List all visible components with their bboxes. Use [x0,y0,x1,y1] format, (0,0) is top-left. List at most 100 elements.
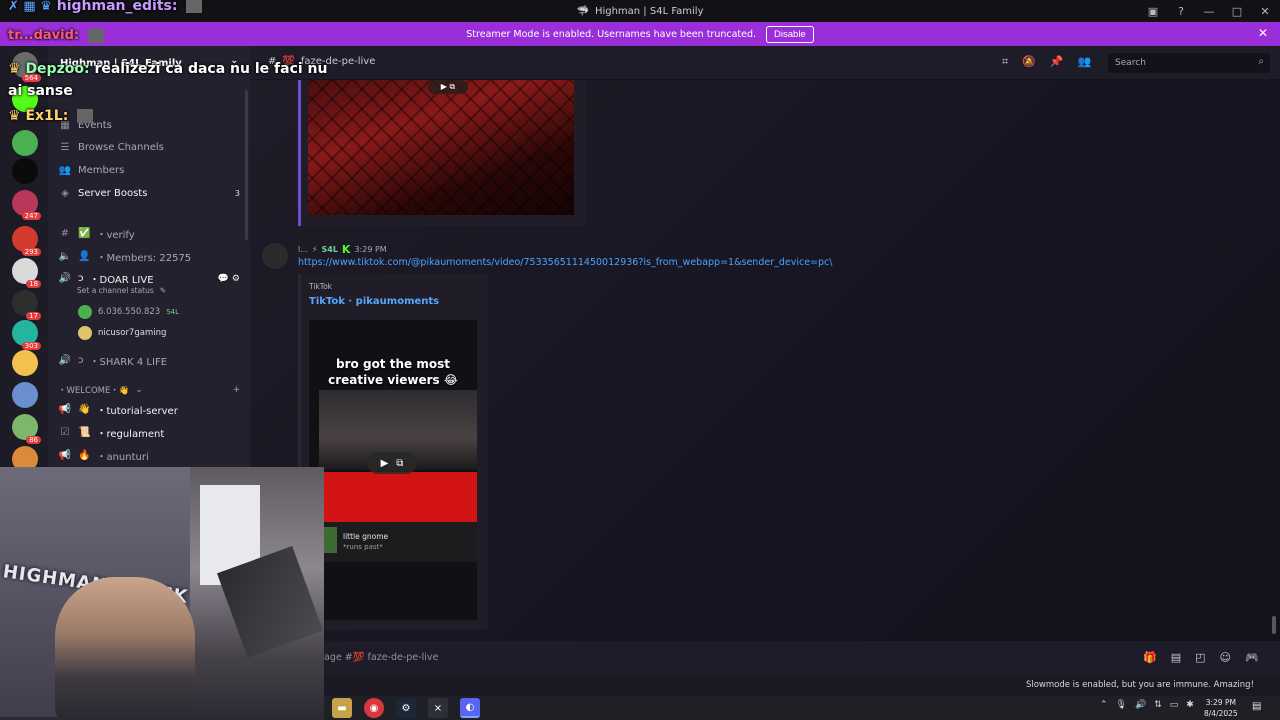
terminal-icon[interactable]: ⨯ [428,698,448,718]
system-tray: ⌃ 🎙 🔊 ⇅ ▭ ✱ [1100,700,1194,710]
sticker-icon[interactable]: ◰ [1195,651,1205,664]
wave-icon: 👋 [78,404,91,415]
server-badge: 18 [26,280,41,288]
sidebar-item-label: Server Boosts [78,188,148,199]
play-button[interactable]: ▶ ⧉ [367,452,417,474]
search-icon: ⌕ [1258,56,1264,67]
avatar[interactable] [262,243,288,269]
server-icon[interactable] [12,130,38,156]
server-icon[interactable]: 303 [12,320,41,350]
card-sub: *runs past* [343,543,383,551]
sidebar-item-anunturi[interactable]: 📢 🔥 ・anunturi [58,448,149,463]
message-author[interactable]: l... [298,245,308,254]
sidebar-item-browse-channels[interactable]: ☰ Browse Channels [58,142,164,153]
overlay-chat-line: tr...david: [8,28,104,43]
speaker-icon: 🔊 [58,273,72,284]
server-icon[interactable]: 293 [12,226,41,256]
spiderman-image[interactable]: ▶ ⧉ [308,80,574,215]
taskbar-clock[interactable]: 3:29 PM 8/4/2025 [1204,697,1238,719]
cast-icon[interactable]: ▣ [1146,5,1160,18]
sidebar-item-members-count[interactable]: 🔈 👤 ・Members: 22575 [58,249,191,264]
server-icon[interactable]: 86 [12,414,41,444]
emoji-icon[interactable]: ☺ [1220,651,1231,664]
volume-icon[interactable]: 🔊 [1135,700,1146,710]
shark-icon: ↄ [78,355,84,366]
video-thumbnail[interactable]: bro got the most creative viewers 😂 litt… [309,320,477,620]
search-input[interactable]: Search ⌕ [1108,53,1270,73]
server-icon[interactable]: 247 [12,190,41,220]
tag-icon: ⚡ [311,245,318,254]
display-icon[interactable]: ▭ [1170,700,1179,710]
message-link[interactable]: https://www.tiktok.com/@pikaumoments/vid… [298,257,832,268]
video-caption: bro got the most creative viewers 😂 [328,357,458,387]
mic-icon[interactable]: 🎙 [1116,700,1127,710]
sidebar-item-label: ・Members: 22575 [96,253,192,264]
plus-icon[interactable]: + [233,385,240,395]
voice-user-2[interactable]: nicusor7gaming [78,326,166,340]
message-meta: l... ⚡ S4L K 3:29 PM [298,243,387,256]
overlay-chat-line: ♛ Ex1L: [8,108,94,124]
pin-icon[interactable]: 📌 [1050,55,1064,69]
game-icon[interactable]: 🎮 [1245,651,1259,664]
maximize-button[interactable]: □ [1230,5,1244,18]
channel-status-label: Set a channel status [77,286,154,295]
webcam-overlay: HIGHMAN X KICK [0,467,324,720]
checkmark-icon: ✅ [78,228,91,239]
sidebar-item-label: ・tutorial-server [96,406,178,417]
chevron-up-icon[interactable]: ⌃ [1100,700,1108,710]
server-icon[interactable] [12,382,38,408]
play-icon[interactable]: ▶ ⧉ [428,80,468,94]
disable-streamer-mode-button[interactable]: Disable [766,25,814,43]
sidebar-item-members[interactable]: 👥 Members [58,165,125,176]
message-composer[interactable]: age #💯 faze-de-pe-live 🎁 ▤ ◰ ☺ 🎮 [250,641,1280,675]
help-icon[interactable]: ? [1174,5,1188,18]
server-badge: 17 [26,312,41,320]
voice-user-name: nicusor7gaming [98,328,167,338]
notification-icon[interactable]: ▤ [1252,701,1261,712]
bluetooth-icon[interactable]: ✱ [1186,700,1194,710]
server-icon[interactable]: 17 [12,290,41,320]
category-welcome[interactable]: ・WELCOME・👋 ⌄ + [58,384,240,396]
sidebar-scrollbar[interactable] [245,90,248,240]
sidebar-item-label: Browse Channels [78,142,164,153]
sidebar-item-tutorial-server[interactable]: 📢 👋 ・tutorial-server [58,402,178,417]
browser-icon[interactable]: ◉ [364,698,384,718]
gif-icon[interactable]: ▤ [1171,651,1181,664]
server-icon[interactable] [12,350,38,376]
sidebar-item-doar-live[interactable]: 🔊 ↄ ・DOAR LIVE 💬 ⚙ [58,271,240,286]
gift-icon[interactable]: 🎁 [1143,651,1157,664]
close-icon[interactable]: ✕ [1258,26,1268,40]
person-icon: 👤 [78,251,91,262]
channel-status-link[interactable]: Set a channel status ✎ [77,286,166,295]
chat-gear-icons[interactable]: 💬 ⚙ [218,274,240,284]
streamer-mode-banner: Streamer Mode is enabled. Usernames have… [0,22,1280,46]
pencil-icon: ✎ [159,286,167,295]
threads-icon[interactable]: ⌗ [1002,55,1008,69]
overlay-user: Depzoo: [25,61,90,77]
voice-user-1[interactable]: 6.036.550.823 S4L [78,305,179,319]
minimize-button[interactable]: — [1202,5,1216,18]
server-icon[interactable] [12,158,38,184]
boost-icon: ◈ [61,188,69,199]
network-icon[interactable]: ⇅ [1154,700,1162,710]
server-icon[interactable]: 18 [12,258,41,288]
search-placeholder: Search [1115,58,1146,68]
folder-icon[interactable]: ▬ [332,698,352,718]
sidebar-item-shark-4-life[interactable]: 🔊 ↄ ・SHARK 4 LIFE [58,353,167,368]
message-list[interactable]: ▶ ⧉ l... ⚡ S4L K 3:29 PM https://www.tik… [250,80,1280,641]
chat-scrollbar[interactable] [1272,616,1276,634]
speaker-icon: 🔊 [58,355,72,366]
discord-icon[interactable]: ◐ [460,698,480,718]
sidebar-item-server-boosts[interactable]: ◈ Server Boosts 3 [58,188,240,199]
overlay-user: highman_edits: [56,0,178,14]
sidebar-item-regulament[interactable]: ☑ 📜 ・regulament [58,425,165,440]
overlay-chat-line: ✗ ▦ ♛ highman_edits: [8,0,203,14]
sidebar-item-verify[interactable]: # ✅ ・verify [58,226,135,241]
mute-bell-icon[interactable]: 🔕 [1022,55,1036,69]
close-window-button[interactable]: ✕ [1258,5,1272,18]
composer-prefix: age #💯 [324,652,365,663]
member-list-icon[interactable]: 👥 [1078,55,1092,69]
embed-title[interactable]: TikTok · pikaumoments [309,296,439,307]
steam-icon[interactable]: ⚙ [396,698,416,718]
server-badge: 86 [26,436,41,444]
